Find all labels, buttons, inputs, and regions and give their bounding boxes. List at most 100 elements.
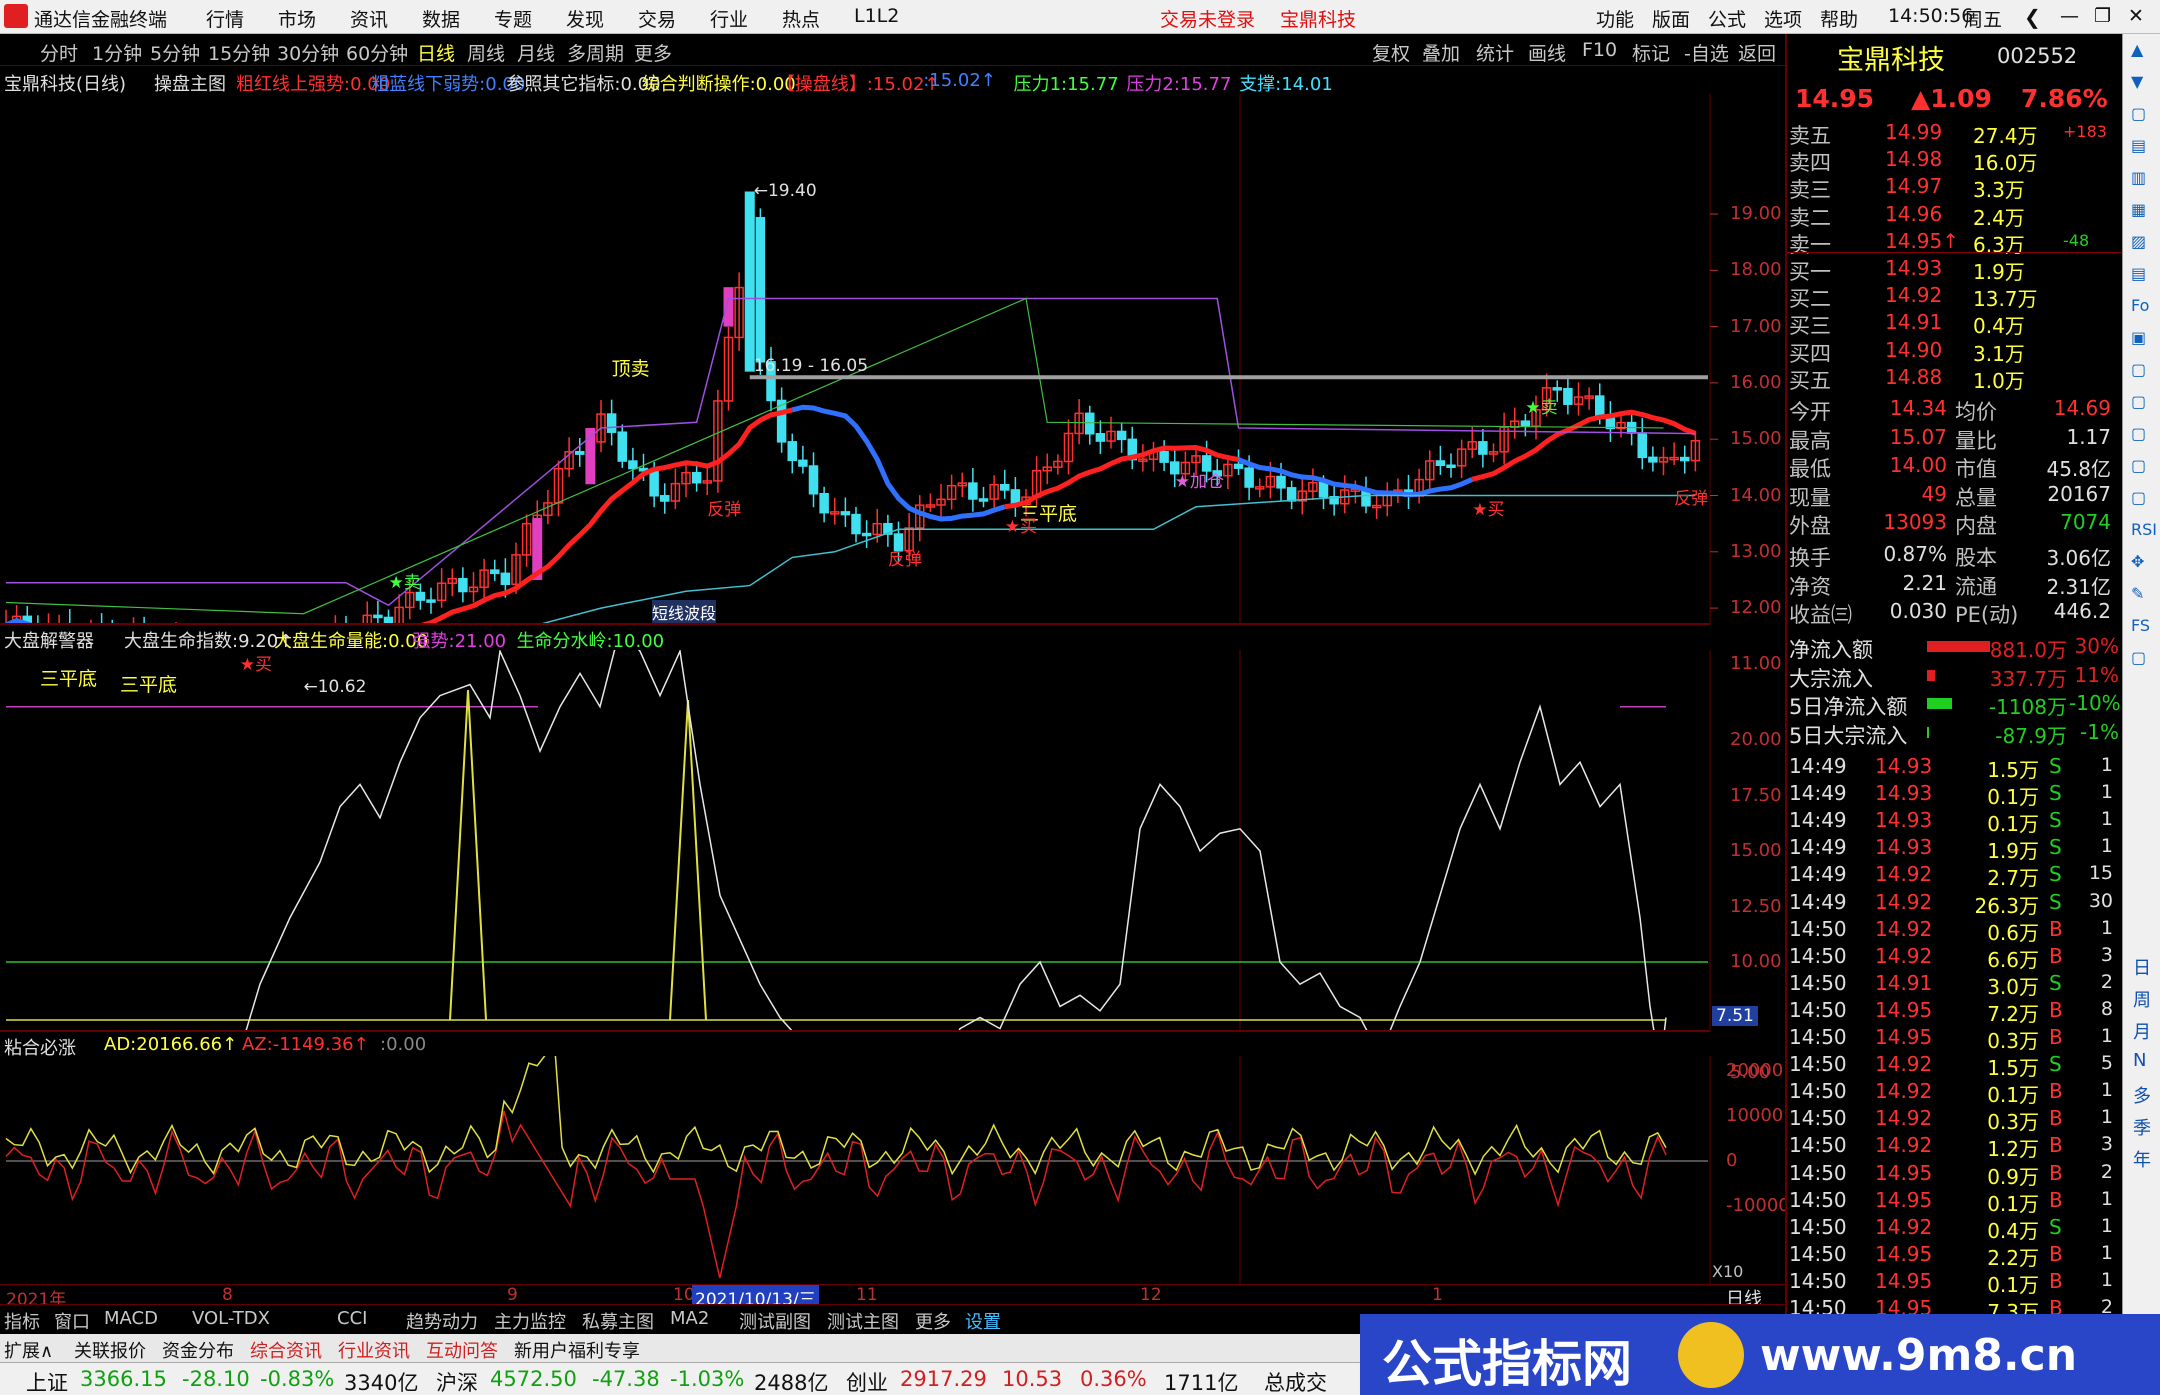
indicator-tab-11[interactable]: 更多 xyxy=(915,1308,951,1334)
indicator-value-5: :15.02↑ xyxy=(923,70,996,91)
extension-tab-1[interactable]: 关联报价 xyxy=(74,1337,146,1363)
menu-bangzhu[interactable]: 帮助 xyxy=(1820,5,1858,32)
close-icon[interactable]: ✕ xyxy=(2128,5,2144,27)
indicator-tab-12[interactable]: 设置 xyxy=(965,1308,1001,1334)
zoom-x10-label[interactable]: X10 xyxy=(1712,1262,1743,1281)
menu-l1l2[interactable]: L1L2 xyxy=(854,5,899,27)
side-period-5[interactable]: 季 xyxy=(2133,1114,2151,1140)
indicator-tab-2[interactable]: MACD xyxy=(104,1308,158,1329)
btn-f10[interactable]: F10 xyxy=(1582,39,1617,61)
period-30min[interactable]: 30分钟 xyxy=(277,39,339,66)
period-more[interactable]: 更多 xyxy=(634,39,672,66)
main-indicator-name[interactable]: 操盘主图 xyxy=(154,70,226,96)
period-week[interactable]: 周线 xyxy=(467,39,505,66)
indicator-tab-8[interactable]: MA2 xyxy=(670,1308,709,1329)
period-month[interactable]: 月线 xyxy=(517,39,555,66)
indicator-tab-3[interactable]: VOL-TDX xyxy=(192,1308,270,1329)
side-tool-icon[interactable]: ▥ xyxy=(2131,168,2146,187)
side-period-0[interactable]: 日 xyxy=(2133,954,2151,980)
period-60min[interactable]: 60分钟 xyxy=(346,39,408,66)
menu-shichang[interactable]: 市场 xyxy=(278,5,316,32)
period-15min[interactable]: 15分钟 xyxy=(208,39,270,66)
menu-zixun[interactable]: 资讯 xyxy=(350,5,388,32)
side-period-3[interactable]: N xyxy=(2133,1050,2146,1071)
period-day[interactable]: 日线 xyxy=(417,39,455,66)
indicator-tab-4[interactable]: CCI xyxy=(337,1308,367,1329)
menu-hangqing[interactable]: 行情 xyxy=(206,5,244,32)
menu-redian[interactable]: 热点 xyxy=(782,5,820,32)
menu-jiaoyi[interactable]: 交易 xyxy=(638,5,676,32)
menu-zhuanti[interactable]: 专题 xyxy=(494,5,532,32)
btn-huaxian[interactable]: 画线 xyxy=(1528,39,1566,66)
side-period-2[interactable]: 月 xyxy=(2133,1018,2151,1044)
stat-label2-0: 均价 xyxy=(1955,400,1997,424)
period-fenshi[interactable]: 分时 xyxy=(40,39,78,66)
back-icon[interactable]: ❮ xyxy=(2024,5,2041,29)
period-multi[interactable]: 多周期 xyxy=(567,39,624,66)
indicator-tab-0[interactable]: 指标 xyxy=(4,1308,40,1334)
side-tool-icon[interactable]: ✎ xyxy=(2131,584,2144,603)
btn-fanhui[interactable]: 返回 xyxy=(1738,39,1776,66)
side-tool-icon[interactable]: ▢ xyxy=(2131,392,2146,411)
candle-body xyxy=(1478,441,1488,455)
extension-tab-6[interactable]: 新用户福利专享 xyxy=(514,1337,640,1363)
side-tool-icon[interactable]: ▲ xyxy=(2131,40,2143,59)
tick-volume-19: 0.1万 xyxy=(1987,1272,2039,1297)
title-bar: 通达信金融终端 行情 市场 资讯 数据 专题 发现 交易 行业 热点 L1L2 … xyxy=(0,0,2160,34)
side-tool-icon[interactable]: FS xyxy=(2131,616,2150,635)
side-period-6[interactable]: 年 xyxy=(2133,1146,2151,1172)
menu-banmian[interactable]: 版面 xyxy=(1652,5,1690,32)
extension-tab-2[interactable]: 资金分布 xyxy=(162,1337,234,1363)
sub1-chart[interactable] xyxy=(0,650,1785,1030)
extension-tab-3[interactable]: 综合资讯 xyxy=(250,1337,322,1363)
side-tool-icon[interactable]: ▼ xyxy=(2131,72,2143,91)
side-tool-icon[interactable]: ▢ xyxy=(2131,648,2146,667)
side-tool-icon[interactable]: ▤ xyxy=(2131,264,2146,283)
indicator-tab-10[interactable]: 测试主图 xyxy=(827,1308,899,1334)
menu-hangye[interactable]: 行业 xyxy=(710,5,748,32)
menu-gongneng[interactable]: 功能 xyxy=(1596,5,1634,32)
menu-shuju[interactable]: 数据 xyxy=(422,5,460,32)
btn-tongji[interactable]: 统计 xyxy=(1476,39,1514,66)
side-tool-icon[interactable]: Fo xyxy=(2131,296,2149,315)
side-tool-icon[interactable]: ▨ xyxy=(2131,232,2146,251)
side-tool-icon[interactable]: ▦ xyxy=(2131,200,2146,219)
period-1min[interactable]: 1分钟 xyxy=(92,39,142,66)
side-tool-icon[interactable]: ▤ xyxy=(2131,136,2146,155)
btn-biaoji[interactable]: 标记 xyxy=(1632,39,1670,66)
minimize-icon[interactable]: — xyxy=(2060,5,2079,27)
indicator-tab-5[interactable]: 趋势动力 xyxy=(406,1308,478,1334)
side-tool-icon[interactable]: ▢ xyxy=(2131,488,2146,507)
side-period-4[interactable]: 多 xyxy=(2133,1082,2151,1108)
side-period-1[interactable]: 周 xyxy=(2133,986,2151,1012)
login-status[interactable]: 交易未登录 xyxy=(1160,5,1255,32)
extension-tab-0[interactable]: 扩展∧ xyxy=(4,1337,53,1363)
tick-time-15: 14:50 xyxy=(1789,1160,1847,1185)
btn-fuquan[interactable]: 复权 xyxy=(1372,39,1410,66)
menu-faxian[interactable]: 发现 xyxy=(566,5,604,32)
btn-zixuan[interactable]: -自选 xyxy=(1684,39,1729,66)
side-tool-icon[interactable]: ▢ xyxy=(2131,104,2146,123)
extension-tab-5[interactable]: 互动问答 xyxy=(426,1337,498,1363)
candle-body xyxy=(490,569,500,575)
side-tool-icon[interactable]: ▢ xyxy=(2131,456,2146,475)
btn-diejia[interactable]: 叠加 xyxy=(1422,39,1460,66)
indicator-tab-1[interactable]: 窗口 xyxy=(54,1308,90,1334)
indicator-tab-9[interactable]: 测试副图 xyxy=(739,1308,811,1334)
side-tool-icon[interactable]: ✥ xyxy=(2131,552,2144,571)
tick-price-8: 14.91 xyxy=(1875,970,1933,995)
side-tool-icon[interactable]: ▢ xyxy=(2131,424,2146,443)
indicator-tab-6[interactable]: 主力监控 xyxy=(494,1308,566,1334)
indicator-tab-7[interactable]: 私募主图 xyxy=(582,1308,654,1334)
period-5min[interactable]: 5分钟 xyxy=(150,39,200,66)
side-tool-icon[interactable]: RSI xyxy=(2131,520,2157,539)
side-tool-icon[interactable]: ▣ xyxy=(2131,328,2146,347)
extension-tab-4[interactable]: 行业资讯 xyxy=(338,1337,410,1363)
menu-gongshi[interactable]: 公式 xyxy=(1708,5,1746,32)
menu-xuanxiang[interactable]: 选项 xyxy=(1764,5,1802,32)
side-tool-icon[interactable]: ▢ xyxy=(2131,360,2146,379)
restore-icon[interactable]: ❐ xyxy=(2094,5,2111,27)
sub2-chart[interactable] xyxy=(0,1056,1785,1284)
candle-body xyxy=(617,431,627,462)
tick-time-19: 14:50 xyxy=(1789,1268,1847,1293)
